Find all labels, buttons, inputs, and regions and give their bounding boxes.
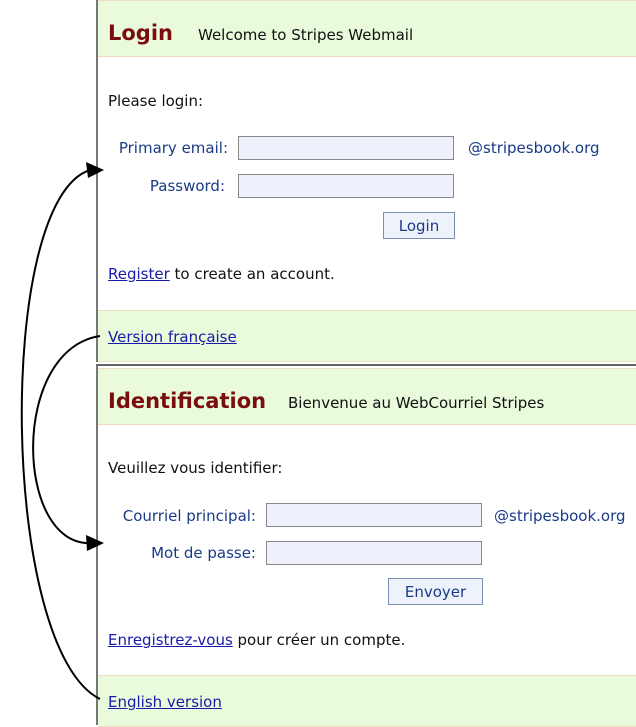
register-link[interactable]: Register xyxy=(108,265,170,283)
english-version-link[interactable]: English version xyxy=(108,693,222,711)
login-prompt: Please login: xyxy=(108,92,204,110)
submit-button[interactable]: Envoyer xyxy=(388,578,483,605)
french-version-link[interactable]: Version française xyxy=(108,328,237,346)
login-button[interactable]: Login xyxy=(383,212,455,239)
email-field[interactable] xyxy=(266,503,482,527)
arrow-french-link-to-email xyxy=(32,335,101,545)
email-domain: @stripesbook.org xyxy=(468,139,600,157)
login-panel-english: Login Welcome to Stripes Webmail Please … xyxy=(96,0,636,362)
email-domain: @stripesbook.org xyxy=(494,507,626,525)
page-subtitle: Welcome to Stripes Webmail xyxy=(198,26,414,44)
password-field[interactable] xyxy=(238,174,454,198)
login-panel-french: Identification Bienvenue au WebCourriel … xyxy=(96,364,636,727)
login-prompt: Veuillez vous identifier: xyxy=(108,459,283,477)
password-label: Mot de passe: xyxy=(151,544,256,562)
header-bar: Login Welcome to Stripes Webmail xyxy=(98,0,636,57)
footer-bar: English version xyxy=(98,675,636,727)
email-label: Primary email: xyxy=(118,139,228,157)
password-field[interactable] xyxy=(266,541,482,565)
register-line: Enregistrez-vous pour créer un compte. xyxy=(108,631,405,649)
header-bar: Identification Bienvenue au WebCourriel … xyxy=(98,368,636,425)
register-line: Register to create an account. xyxy=(108,265,335,283)
email-label: Courriel principal: xyxy=(122,507,256,525)
page-subtitle: Bienvenue au WebCourriel Stripes xyxy=(288,394,545,412)
register-text: pour créer un compte. xyxy=(232,631,406,649)
register-text: to create an account. xyxy=(169,265,335,283)
page-title: Login xyxy=(108,21,173,45)
footer-bar: Version française xyxy=(98,310,636,362)
register-link[interactable]: Enregistrez-vous xyxy=(108,631,233,649)
page-title: Identification xyxy=(108,389,267,413)
arrow-english-link-to-email xyxy=(20,169,101,700)
email-field[interactable] xyxy=(238,136,454,160)
password-label: Password: xyxy=(149,177,225,195)
